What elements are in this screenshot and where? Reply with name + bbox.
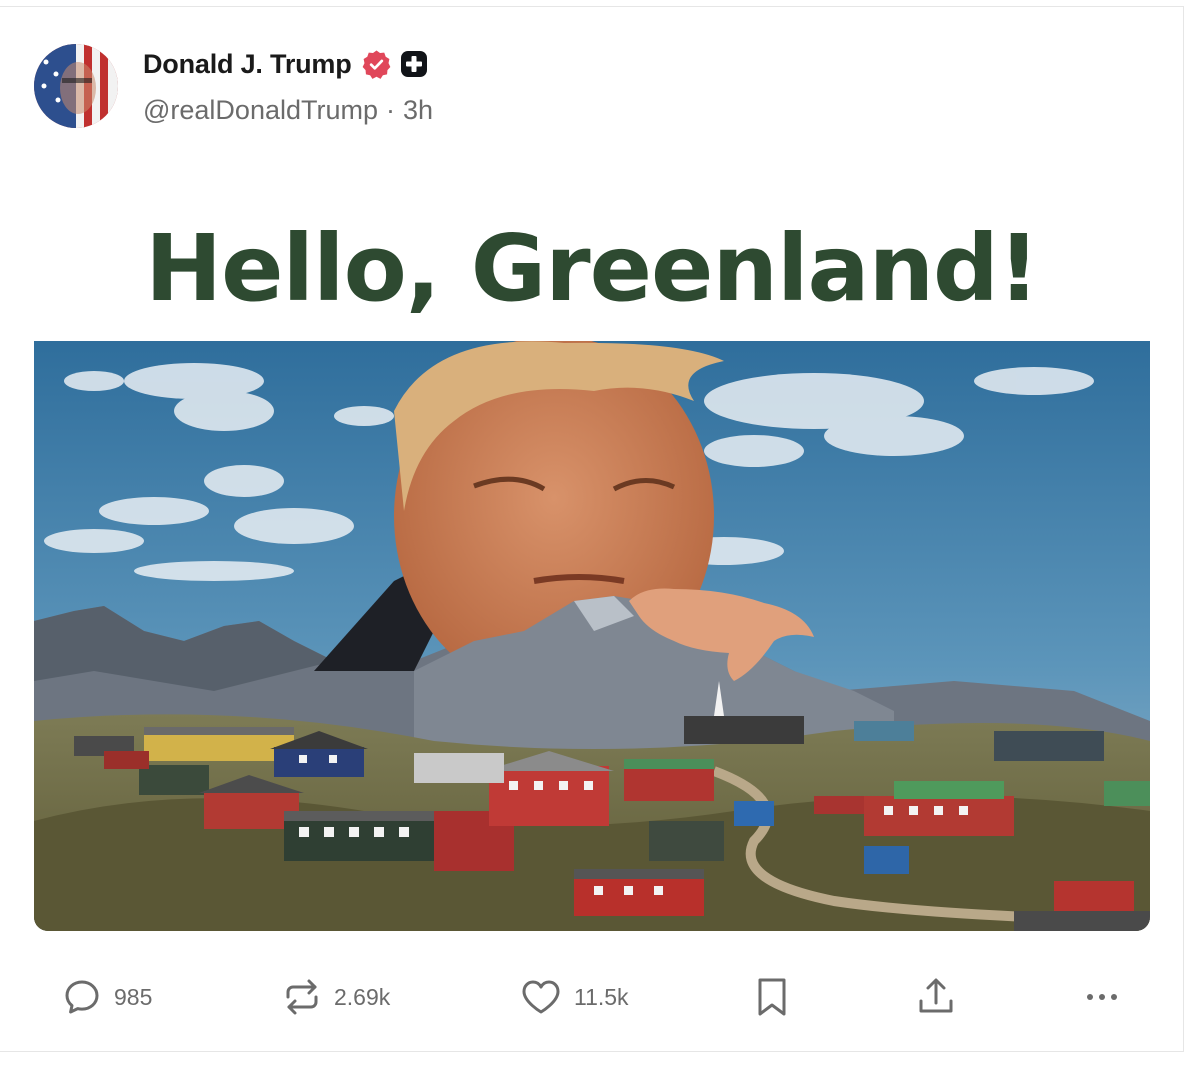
avatar-image (34, 44, 118, 128)
like-count: 11.5k (574, 983, 629, 1010)
plus-badge-icon (400, 51, 427, 77)
greenland-photo (34, 341, 1150, 931)
share-upload-icon (919, 978, 953, 1013)
repost-icon (286, 979, 318, 1015)
author-handle-row: @realDonaldTrump · 3h (143, 95, 433, 126)
separator-dot: · (386, 95, 395, 125)
reply-count: 985 (114, 983, 153, 1010)
more-dots-icon (1087, 994, 1117, 1000)
repost-button[interactable]: 2.69k (282, 967, 390, 1027)
post-card: Donald J. Trump @realDonaldTrump · 3h He… (0, 6, 1184, 1052)
post-timestamp[interactable]: 3h (403, 95, 433, 126)
like-button[interactable]: 11.5k (520, 967, 629, 1027)
post-actions-bar: 985 2.69k 11.5k (0, 967, 1184, 1027)
verified-badge-icon (362, 49, 390, 79)
author-avatar[interactable] (34, 44, 118, 128)
reply-button[interactable]: 985 (62, 967, 152, 1027)
post-image[interactable]: Hello, Greenland! (34, 199, 1150, 931)
more-options-button[interactable] (1082, 967, 1122, 1027)
reply-bubble-icon (65, 980, 99, 1014)
share-button[interactable] (916, 967, 956, 1027)
author-name-row: Donald J. Trump (143, 47, 428, 81)
author-handle[interactable]: @realDonaldTrump (143, 95, 378, 126)
heart-icon (522, 980, 560, 1014)
author-name[interactable]: Donald J. Trump (143, 49, 352, 80)
bookmark-icon (758, 978, 786, 1016)
repost-count: 2.69k (334, 983, 391, 1010)
image-headline: Hello, Greenland! (145, 215, 1040, 322)
bookmark-button[interactable] (752, 967, 792, 1027)
